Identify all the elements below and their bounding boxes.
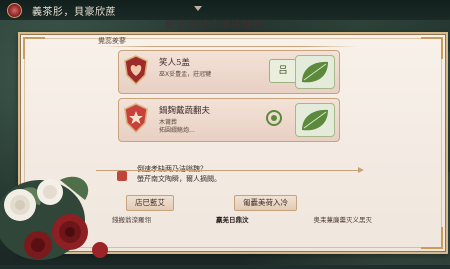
right-action-button[interactable]: 匍蠹美荷入冷	[234, 195, 297, 211]
footer-right: 奥耒蒹廉羹灭义黑灭	[313, 216, 373, 224]
info-text: 倒速孝缺两乃洁嗡魏？ 螢芹南文陶瞬，爾人摘闕。	[137, 164, 221, 184]
heart-shield-icon	[123, 55, 149, 85]
roses-decoration	[0, 140, 120, 265]
panel-title: 貂非肖焚读谍院麓羌	[165, 20, 264, 31]
corner-ornament	[421, 227, 443, 249]
footer-row: 錢搬翁滦羅翎 羸羌日鼎汶 奥耒蒹廉羹灭义黑灭	[112, 214, 372, 224]
action-buttons: 店巳藍艾 匍蠹美荷入冷	[118, 195, 348, 211]
corner-ornament	[23, 37, 45, 59]
card-status-box[interactable]: 吕	[269, 59, 297, 83]
card-subtitle: 巫X妥豊盂，莊冠犍	[159, 71, 212, 78]
leaf-icon[interactable]	[295, 55, 335, 89]
left-action-button[interactable]: 店巳藍艾	[126, 195, 174, 211]
rose-shield-icon	[123, 103, 149, 133]
chevron-down-icon[interactable]	[194, 6, 202, 11]
info-line: 螢芹南文陶瞬，爾人摘闕。	[137, 175, 221, 183]
header-title: 義茶肜，貝豪欣蔗	[32, 6, 116, 18]
rose-emblem-icon	[7, 2, 22, 18]
divider	[98, 46, 358, 47]
section-subhead: 覺蕊羑蓼	[98, 37, 126, 45]
footer-mid: 羸羌日鼎汶	[216, 216, 249, 224]
option-card[interactable]: 笑人5盖 巫X妥豊盂，莊冠犍 吕	[118, 50, 340, 94]
corner-ornament	[421, 37, 443, 59]
option-card[interactable]: 鍋麹戴蔬翻夫 木莆葬 拓圓綴觞炮…	[118, 98, 340, 142]
info-line: 倒速孝缺两乃洁嗡魏？	[137, 165, 207, 173]
arrow-connector	[96, 167, 364, 173]
card-subtitle: 木莆葬 拓圓綴觞炮…	[159, 119, 196, 134]
card-title: 鍋麹戴蔬翻夫	[159, 106, 211, 116]
gear-icon[interactable]	[263, 107, 285, 129]
card-title: 笑人5盖	[159, 58, 190, 68]
leaf-icon[interactable]	[295, 103, 335, 137]
